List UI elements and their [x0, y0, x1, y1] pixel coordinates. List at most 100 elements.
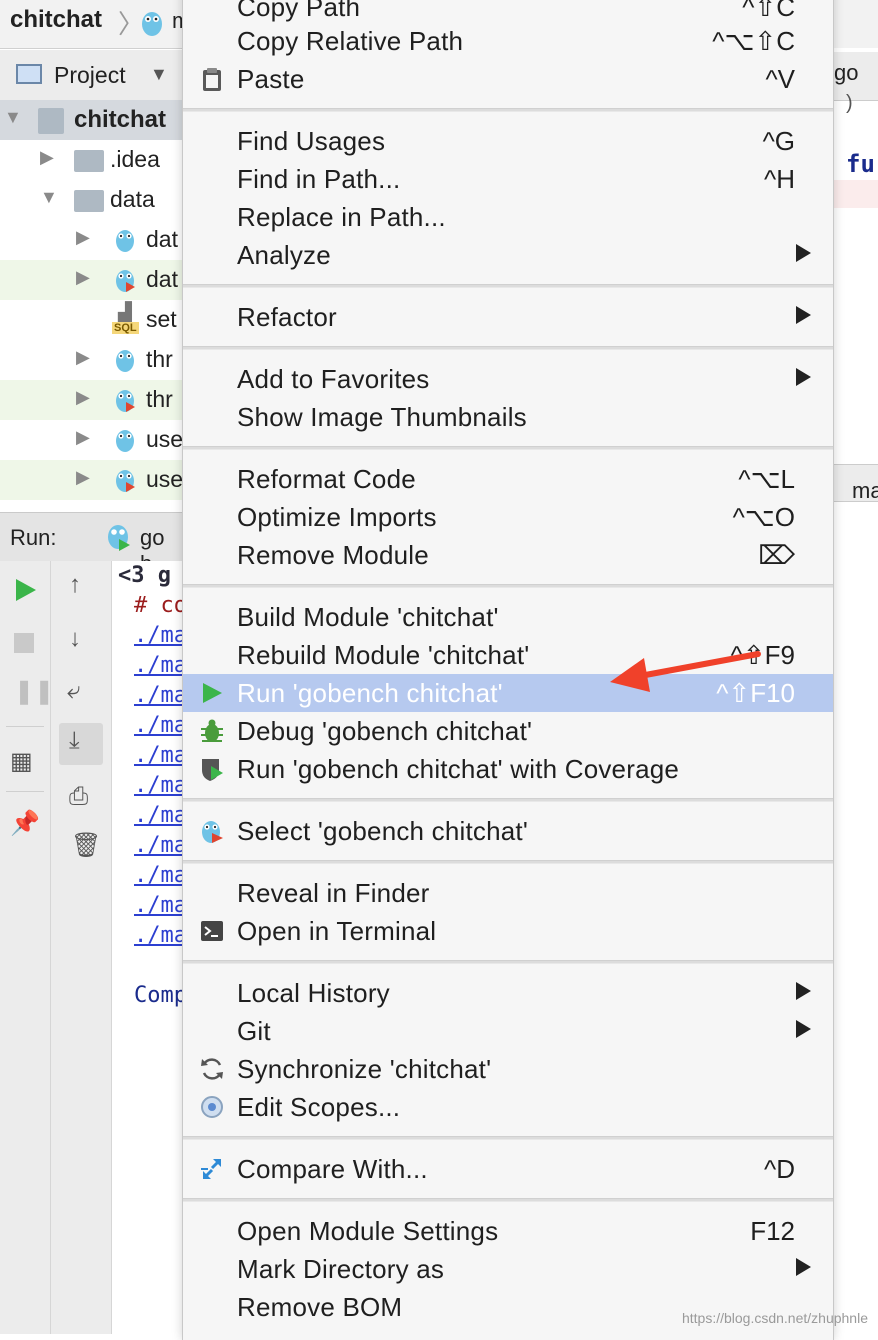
collapse-arrow-icon[interactable]: ▼: [4, 107, 22, 128]
menu-item-open-module-settings[interactable]: Open Module Settings F12: [183, 1212, 833, 1250]
menu-item-select-config[interactable]: Select 'gobench chitchat': [183, 812, 833, 850]
menu-item-paste[interactable]: Paste ^V: [183, 60, 833, 98]
console-link[interactable]: ./ma: [134, 713, 187, 738]
tree-item-file[interactable]: ▶ dat: [0, 220, 182, 260]
editor-area[interactable]: [832, 48, 878, 1334]
console-link[interactable]: ./ma: [134, 833, 187, 858]
menu-item-add-to-favorites[interactable]: Add to Favorites: [183, 360, 833, 398]
tree-item-root[interactable]: ▼ chitchat: [0, 100, 182, 140]
menu-item-compare-with[interactable]: Compare With... ^D: [183, 1150, 833, 1188]
console-link[interactable]: ./ma: [134, 803, 187, 828]
console-link[interactable]: ./ma: [134, 773, 187, 798]
menu-item-label: Replace in Path...: [237, 202, 446, 232]
soft-wrap-icon[interactable]: ⤶: [67, 677, 80, 705]
menu-separator: [183, 960, 833, 964]
expand-arrow-icon[interactable]: ▶: [76, 467, 90, 488]
run-tool-header: Run: go b: [0, 512, 182, 576]
menu-item-synchronize[interactable]: Synchronize 'chitchat': [183, 1050, 833, 1088]
console-line: <3 g: [118, 563, 171, 588]
toolbar-divider: [6, 726, 44, 727]
editor-bottom-tab[interactable]: ma: [852, 478, 878, 504]
tree-item-file[interactable]: ▶ use: [0, 420, 183, 460]
tree-item-label: thr: [146, 386, 173, 412]
expand-arrow-icon[interactable]: ▶: [76, 267, 90, 288]
pause-icon[interactable]: ❚❚: [14, 677, 54, 706]
arrow-up-icon[interactable]: ↑: [69, 571, 81, 599]
menu-item-build-module[interactable]: Build Module 'chitchat': [183, 598, 833, 636]
sql-badge: SQL: [112, 322, 139, 334]
tree-item-file[interactable]: ▶ dat: [0, 260, 182, 300]
menu-separator: [183, 1198, 833, 1202]
menu-item-remove-module[interactable]: Remove Module ⌦: [183, 536, 833, 574]
expand-arrow-icon[interactable]: ▶: [76, 387, 90, 408]
menu-item-label: Local History: [237, 978, 390, 1008]
menu-item-local-history[interactable]: Local History: [183, 974, 833, 1012]
menu-item-show-image-thumbnails[interactable]: Show Image Thumbnails: [183, 398, 833, 436]
console-link[interactable]: ./ma: [134, 683, 187, 708]
menu-item-copy-relative-path[interactable]: Copy Relative Path ^⌥⇧C: [183, 22, 833, 60]
menu-item-debug-gobench[interactable]: Debug 'gobench chitchat': [183, 712, 833, 750]
menu-item-edit-scopes[interactable]: Edit Scopes...: [183, 1088, 833, 1126]
menu-item-find-usages[interactable]: Find Usages ^G: [183, 122, 833, 160]
menu-item-label: Rebuild Module 'chitchat': [237, 640, 530, 670]
console-link[interactable]: ./ma: [134, 743, 187, 768]
menu-item-shortcut: ^⇧C: [742, 0, 795, 22]
trash-icon[interactable]: 🗑: [71, 831, 101, 860]
annotation-arrow-icon: [610, 651, 761, 692]
stop-icon[interactable]: [14, 633, 34, 653]
tree-item-idea[interactable]: ▶ .idea: [0, 140, 182, 180]
menu-separator: [183, 346, 833, 350]
menu-item-shortcut: ^D: [764, 1154, 795, 1184]
tree-item-label: dat: [146, 266, 178, 292]
menu-item-mark-directory-as[interactable]: Mark Directory as: [183, 1250, 833, 1288]
menu-item-label: Debug 'gobench chitchat': [237, 716, 533, 746]
menu-item-run-with-coverage[interactable]: Run 'gobench chitchat' with Coverage: [183, 750, 833, 788]
menu-item-reformat-code[interactable]: Reformat Code ^⌥L: [183, 460, 833, 498]
menu-item-optimize-imports[interactable]: Optimize Imports ^⌥O: [183, 498, 833, 536]
arrow-down-icon[interactable]: ↓: [69, 625, 81, 653]
chevron-down-icon[interactable]: ▼: [150, 64, 168, 85]
console-link[interactable]: ./ma: [134, 653, 187, 678]
console-link[interactable]: ./ma: [134, 863, 187, 888]
expand-arrow-icon[interactable]: ▶: [40, 147, 54, 168]
expand-arrow-icon[interactable]: ▶: [76, 227, 90, 248]
expand-arrow-icon[interactable]: ▶: [76, 347, 90, 368]
print-icon[interactable]: ⎙: [69, 783, 88, 811]
console-link[interactable]: ./ma: [134, 623, 187, 648]
expand-arrow-icon[interactable]: ▶: [76, 427, 90, 448]
breadcrumb-project[interactable]: chitchat: [10, 6, 102, 34]
project-view-selector[interactable]: Project: [54, 62, 126, 89]
submenu-arrow-icon: [796, 1020, 811, 1038]
console-link[interactable]: ./ma: [134, 923, 187, 948]
pin-icon[interactable]: 📌: [10, 809, 40, 838]
menu-item-label: Reveal in Finder: [237, 878, 430, 908]
run-toolbar-right: ↑ ↓ ⤶ ⤓ ⎙ 🗑: [51, 561, 112, 1334]
menu-separator: [183, 446, 833, 450]
menu-item-label: Copy Path: [237, 0, 361, 22]
run-icon: [203, 683, 222, 703]
tree-item-file[interactable]: ▶ thr: [0, 380, 182, 420]
layout-icon[interactable]: ▦: [10, 747, 33, 776]
tree-item-data[interactable]: ▼ data: [0, 180, 182, 220]
gopher-test-icon: [116, 270, 135, 292]
menu-item-refactor[interactable]: Refactor: [183, 298, 833, 336]
tree-item-file[interactable]: ▶ thr: [0, 340, 182, 380]
menu-item-label: Show Image Thumbnails: [237, 402, 527, 432]
menu-item-label: Add to Favorites: [237, 364, 430, 394]
menu-item-analyze[interactable]: Analyze: [183, 236, 833, 274]
collapse-arrow-icon[interactable]: ▼: [40, 187, 58, 208]
run-console[interactable]: <3 g # co ./ma ./ma ./ma ./ma ./ma ./ma …: [112, 561, 187, 1334]
debug-bug-icon: [201, 719, 223, 742]
tree-item-file[interactable]: ▶ use: [0, 460, 183, 500]
sql-file-icon: ▟: [118, 302, 132, 322]
menu-item-open-in-terminal[interactable]: Open in Terminal: [183, 912, 833, 950]
console-link[interactable]: ./ma: [134, 893, 187, 918]
menu-item-git[interactable]: Git: [183, 1012, 833, 1050]
scroll-to-end-toggle[interactable]: [59, 723, 103, 765]
rerun-play-icon[interactable]: [14, 577, 38, 603]
menu-item-reveal-in-finder[interactable]: Reveal in Finder: [183, 874, 833, 912]
menu-item-replace-in-path[interactable]: Replace in Path...: [183, 198, 833, 236]
tree-item-file[interactable]: ▟ SQL set: [0, 300, 182, 340]
project-window-icon: [16, 64, 42, 84]
menu-item-find-in-path[interactable]: Find in Path... ^H: [183, 160, 833, 198]
